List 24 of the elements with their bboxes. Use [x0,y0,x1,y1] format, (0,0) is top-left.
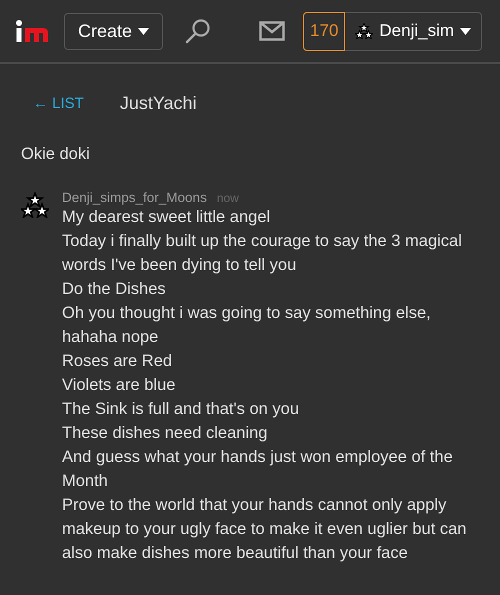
message-text: Today i finally built up the courage to say the 3 magical words I've been dying to tell you [62,231,463,276]
back-link[interactable]: ← LIST [33,94,84,112]
search-icon[interactable] [185,18,212,44]
message-text: The Sink is full and that's on you [62,399,300,420]
message-text: My dearest sweet little angel [62,207,272,228]
mail-icon[interactable] [259,21,286,41]
logo-icon[interactable] [15,19,49,43]
message-text: Oh you thought i was going to say something else, hahaha nope [62,303,432,348]
user-menu-button[interactable]: Denji_sim [345,12,482,50]
author-name[interactable]: Denji_simps_for_Moons [62,190,207,205]
message-text: These dishes need cleaning [62,423,268,444]
message-text: Okie doki [21,144,91,165]
caret-icon [460,28,472,34]
create-button[interactable]: Create [64,12,164,50]
caret-icon [138,28,150,34]
points-counter[interactable]: 170 [303,12,346,50]
message-text: Violets are blue [62,375,176,396]
stars-avatar-icon [355,23,374,39]
message-text: Roses are Red [62,351,174,372]
stars-avatar-icon [21,192,49,218]
message-text: Do the Dishes [62,279,167,300]
message-text: And guess what your hands just won employee of the Month [62,447,454,492]
conversation-title: JustYachi [120,92,197,114]
message-text: Prove to the world that your hands cannot only apply makeup to your ugly face to make it even uglier but can also make dishes more beautiful than your face [62,495,468,564]
